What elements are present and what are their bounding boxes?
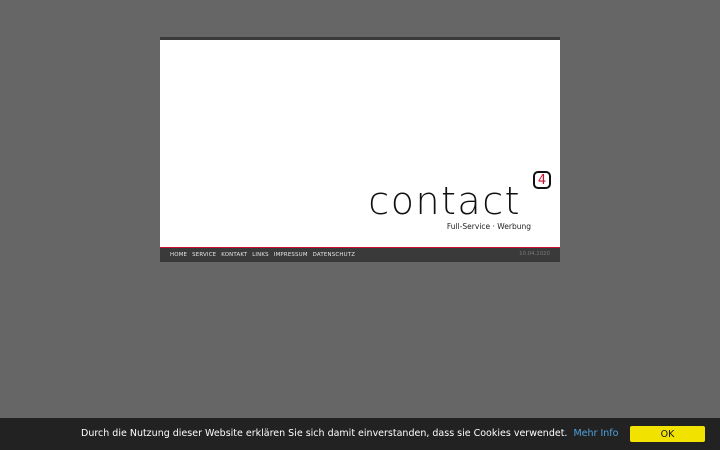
cookie-more-info-link[interactable]: Mehr Info [573,428,618,439]
logo-tagline: Full-Service · Werbung [446,222,531,231]
nav-service[interactable]: SERVICE [192,252,216,258]
nav-links[interactable]: LINKS [252,252,269,258]
cookie-banner: Durch die Nutzung dieser Website erkläre… [0,418,720,450]
logo-wordmark: contact [368,179,521,223]
cookie-message: Durch die Nutzung dieser Website erkläre… [81,428,618,439]
nav-datenschutz[interactable]: DATENSCHUTZ [313,252,355,258]
site-frame: contact 4 Full-Service · Werbung HOME SE… [160,37,560,262]
cookie-ok-button[interactable]: OK [630,426,705,442]
nav-impressum[interactable]: IMPRESSUM [274,252,308,258]
contact-logo[interactable]: contact 4 Full-Service · Werbung [368,171,551,231]
logo-badge: 4 [533,171,551,189]
logo-badge-number: 4 [537,172,547,188]
date-label: 10.04.2020 [519,251,550,257]
nav-kontakt[interactable]: KONTAKT [221,252,247,258]
main-nav: HOME SERVICE KONTAKT LINKS IMPRESSUM DAT… [160,248,560,262]
nav-home[interactable]: HOME [170,252,187,258]
cookie-message-text: Durch die Nutzung dieser Website erkläre… [81,428,568,439]
